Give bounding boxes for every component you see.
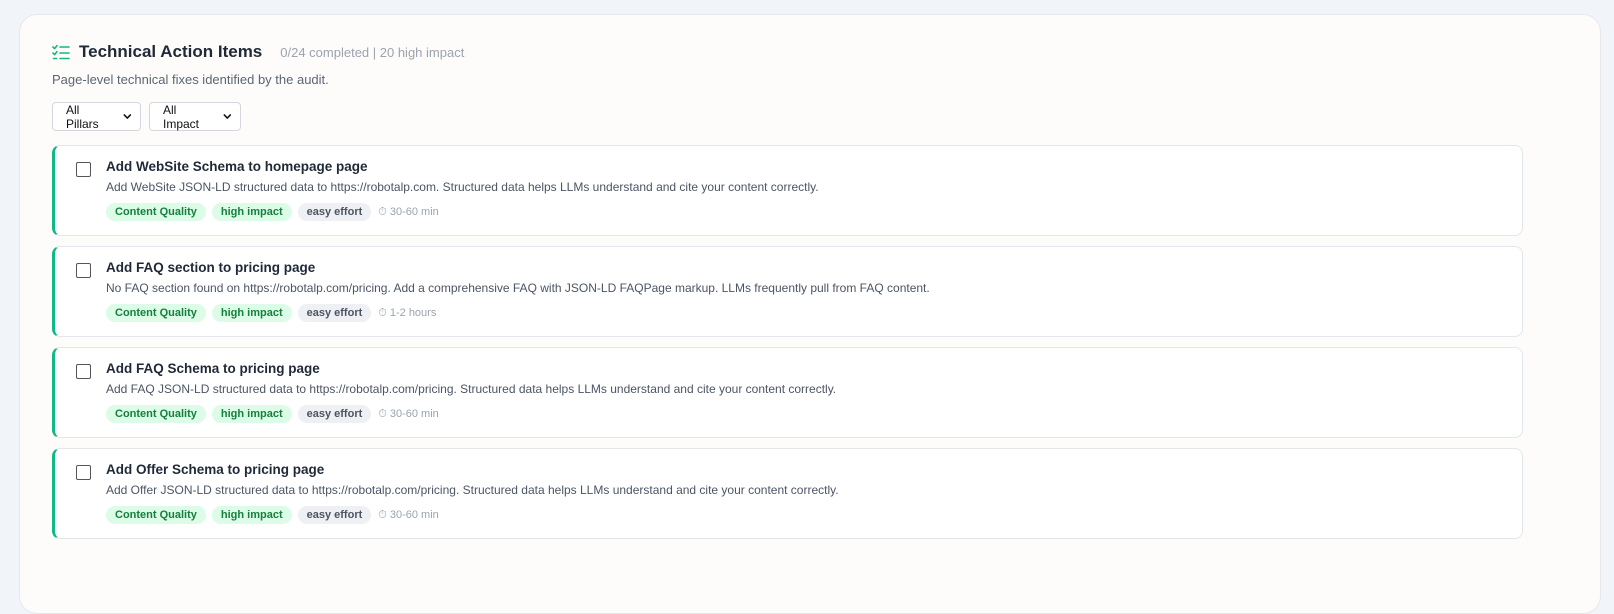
stopwatch-icon: ⏱: [378, 407, 387, 420]
pillar-tag: Content Quality: [106, 506, 206, 524]
action-item-description: No FAQ section found on https://robotalp…: [106, 281, 930, 295]
action-item-list: Add WebSite Schema to homepage page Add …: [52, 145, 1523, 549]
action-item-title: Add Offer Schema to pricing page: [106, 462, 325, 477]
action-item-description: Add WebSite JSON-LD structured data to h…: [106, 180, 819, 194]
effort-tag: easy effort: [297, 405, 372, 423]
action-item-tags: Content Quality high impact easy effort …: [106, 304, 436, 322]
action-item-description: Add Offer JSON-LD structured data to htt…: [106, 483, 839, 497]
action-item-checkbox[interactable]: [76, 263, 91, 278]
time-estimate-value: 30-60 min: [389, 206, 439, 218]
effort-tag: easy effort: [297, 203, 372, 221]
action-item-checkbox[interactable]: [76, 465, 91, 480]
pillar-tag: Content Quality: [106, 405, 206, 423]
action-item-checkbox[interactable]: [76, 364, 91, 379]
effort-tag: easy effort: [297, 506, 372, 524]
stopwatch-icon: ⏱: [378, 306, 387, 319]
effort-tag: easy effort: [297, 304, 372, 322]
time-estimate: ⏱ 1-2 hours: [378, 307, 436, 320]
pillars-filter-select[interactable]: All Pillars: [52, 102, 141, 131]
action-item: Add WebSite Schema to homepage page Add …: [52, 145, 1523, 236]
chevron-down-icon: [223, 114, 232, 119]
action-item: Add FAQ section to pricing page No FAQ s…: [52, 246, 1523, 337]
action-item-title: Add FAQ section to pricing page: [106, 260, 316, 275]
action-item-title: Add FAQ Schema to pricing page: [106, 361, 320, 376]
impact-tag: high impact: [211, 203, 292, 221]
pillar-tag: Content Quality: [106, 203, 206, 221]
impact-filter-value: All Impact: [163, 102, 200, 131]
panel-title: Technical Action Items: [79, 42, 263, 61]
action-item: Add Offer Schema to pricing page Add Off…: [52, 448, 1523, 539]
action-item-checkbox[interactable]: [76, 162, 91, 177]
action-item-tags: Content Quality high impact easy effort …: [106, 203, 439, 221]
pillars-filter-value: All Pillars: [66, 102, 99, 131]
technical-action-items-card: Technical Action Items 0/24 completed | …: [19, 14, 1601, 614]
action-item-tags: Content Quality high impact easy effort …: [106, 405, 439, 423]
impact-tag: high impact: [211, 304, 292, 322]
time-estimate: ⏱ 30-60 min: [378, 206, 439, 219]
action-item-description: Add FAQ JSON-LD structured data to https…: [106, 382, 837, 396]
action-item-title: Add WebSite Schema to homepage page: [106, 159, 368, 174]
time-estimate: ⏱ 30-60 min: [378, 509, 439, 522]
stopwatch-icon: ⏱: [378, 508, 387, 521]
impact-tag: high impact: [211, 506, 292, 524]
chevron-down-icon: [123, 114, 132, 119]
time-estimate-value: 30-60 min: [389, 408, 439, 420]
completion-summary: 0/24 completed | 20 high impact: [280, 44, 465, 60]
impact-filter-select[interactable]: All Impact: [149, 102, 241, 131]
action-item: Add FAQ Schema to pricing page Add FAQ J…: [52, 347, 1523, 438]
panel-subtitle: Page-level technical fixes identified by…: [52, 72, 329, 87]
checklist-icon: [52, 44, 70, 60]
panel-header: Technical Action Items 0/24 completed | …: [52, 42, 464, 62]
stopwatch-icon: ⏱: [378, 205, 387, 218]
time-estimate-value: 30-60 min: [389, 509, 439, 521]
pillar-tag: Content Quality: [106, 304, 206, 322]
impact-tag: high impact: [211, 405, 292, 423]
time-estimate-value: 1-2 hours: [389, 307, 437, 319]
action-item-tags: Content Quality high impact easy effort …: [106, 506, 439, 524]
time-estimate: ⏱ 30-60 min: [378, 408, 439, 421]
filter-bar: All Pillars All Impact: [52, 102, 241, 131]
